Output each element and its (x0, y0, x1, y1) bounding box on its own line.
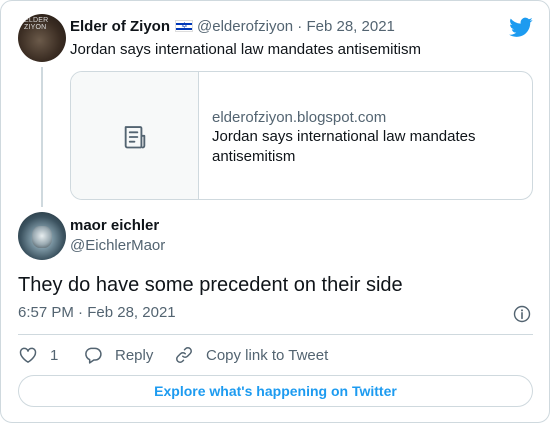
like-count: 1 (50, 346, 59, 364)
reply-bubble-icon (85, 347, 102, 364)
info-icon[interactable] (512, 304, 532, 324)
copy-link-label: Copy link to Tweet (206, 346, 329, 364)
main-tweet-meta: 6:57 PM · Feb 28, 2021 (18, 303, 176, 323)
link-domain: elderofziyon.blogspot.com (212, 109, 387, 126)
main-avatar[interactable] (18, 212, 66, 260)
meta-separator: · (78, 304, 84, 321)
tweet-date[interactable]: Feb 28, 2021 (87, 304, 175, 321)
reply-button[interactable]: Reply (83, 343, 153, 367)
link-title: Jordan says international law mandates a… (212, 128, 476, 165)
main-tweet-text: They do have some precedent on their sid… (18, 274, 403, 296)
like-button[interactable]: 1 (18, 343, 58, 367)
embedded-tweet-card: ELDER ZIYON Elder of Ziyon @elderofziyon … (0, 0, 550, 423)
explore-twitter-button[interactable]: Explore what's happening on Twitter (18, 375, 533, 407)
document-icon (124, 126, 146, 149)
heart-icon (19, 347, 37, 363)
parent-avatar[interactable]: ELDER ZIYON (18, 14, 66, 62)
reply-label: Reply (115, 346, 154, 364)
meta-separator: · (297, 18, 303, 35)
parent-author-handle[interactable]: @elderofziyon (197, 18, 293, 35)
avatar-logo-text: ELDER ZIYON (24, 17, 49, 31)
divider (18, 334, 533, 335)
parent-author-name[interactable]: Elder of Ziyon (70, 18, 170, 35)
link-preview-card[interactable]: elderofziyon.blogspot.com Jordan says in… (70, 71, 533, 200)
avatar-image (32, 226, 52, 248)
parent-tweet-text: Jordan says international law mandates a… (70, 41, 421, 58)
main-author-name[interactable]: maor eichler (70, 216, 159, 236)
main-author-handle[interactable]: @EichlerMaor (70, 236, 165, 256)
copy-link-button[interactable]: Copy link to Tweet (174, 343, 328, 367)
tweet-time[interactable]: 6:57 PM (18, 304, 74, 321)
israel-flag-icon (175, 20, 194, 32)
link-icon (176, 347, 192, 363)
parent-tweet-header: Elder of Ziyon @elderofziyon · Feb 28, 20… (70, 17, 395, 37)
twitter-bird-icon[interactable] (509, 15, 533, 39)
link-thumbnail (71, 72, 199, 199)
parent-tweet-date[interactable]: Feb 28, 2021 (306, 18, 394, 35)
thread-connector-line (41, 67, 43, 207)
